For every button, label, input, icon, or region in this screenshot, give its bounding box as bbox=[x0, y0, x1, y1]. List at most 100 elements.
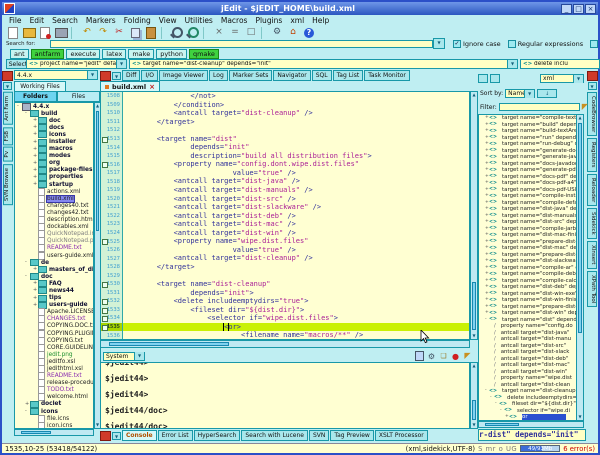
scroll-up-icon[interactable]: ▲ bbox=[471, 92, 477, 98]
editor-line[interactable]: 1516 <property name="config.dont.wipe.di… bbox=[101, 160, 469, 169]
editor-line[interactable]: 1515 description="build all distribution… bbox=[101, 152, 469, 161]
tree-item-readme-txt[interactable]: README.txt bbox=[15, 373, 93, 380]
sidekick-item[interactable]: +<> target name="dist-mac-finish bbox=[479, 232, 583, 239]
tree-item-dockables-xml[interactable]: dockables.xml bbox=[15, 224, 93, 231]
tab-folders[interactable]: Folders bbox=[14, 91, 57, 102]
dock-tab-xinsert[interactable]: XInsert bbox=[587, 241, 597, 269]
tree-item-modes[interactable]: +modes bbox=[15, 153, 93, 160]
sidekick-item[interactable]: +<> target name="compile-jarbur bbox=[479, 226, 583, 233]
tree-item-faq[interactable]: +FAQ bbox=[15, 280, 93, 287]
sidekick-item[interactable]: / antcall target="dist-java" bbox=[479, 330, 583, 337]
fold-marker-icon[interactable] bbox=[102, 316, 108, 322]
quick-button-make[interactable]: make bbox=[128, 49, 154, 59]
detach-icon[interactable]: ❏ bbox=[439, 352, 448, 361]
tree-item-package-files[interactable]: +package-files bbox=[15, 167, 93, 174]
combo-arrow-icon[interactable]: ▼ bbox=[116, 60, 126, 68]
console-shell-combo[interactable]: System ▼ bbox=[103, 352, 145, 361]
sidekick-item[interactable]: +<> target name="dist-win-exe" u bbox=[479, 291, 583, 298]
cut-icon[interactable]: ✂ bbox=[112, 27, 126, 39]
search-history-arrow-icon[interactable]: ▼ bbox=[433, 38, 445, 49]
editor-line[interactable]: 1533 <fileset dir="${dist.dir}"> bbox=[101, 306, 469, 315]
tree-item-docs[interactable]: +docs bbox=[15, 124, 93, 131]
tree-item-jeditfo-xsl[interactable]: jeditfo.xsl bbox=[15, 358, 93, 365]
sidekick-item[interactable]: +<> target name="run" depends= bbox=[479, 135, 583, 142]
sidekick-item[interactable]: +<> target name="compile-defaul bbox=[479, 200, 583, 207]
tree-item-quicknotepad-props[interactable]: QuickNotepad.props bbox=[15, 238, 93, 245]
sort-combo[interactable]: Name ▼ bbox=[505, 89, 535, 98]
sidekick-item[interactable]: +<> target name="dist-win" depe bbox=[479, 310, 583, 317]
sidekick-item[interactable]: +<> target name="dist-win-finish" bbox=[479, 297, 583, 304]
fold-marker-icon[interactable] bbox=[102, 162, 108, 168]
dock-tab-sidekick[interactable]: Sidekick bbox=[587, 208, 597, 239]
editor-line[interactable]: 1530 <target name="dist-cleanup" bbox=[101, 280, 469, 289]
search-input[interactable] bbox=[50, 40, 433, 48]
editor-line[interactable]: 1536 <filename name="macros/**" /> bbox=[101, 331, 469, 340]
scrollbar-thumb[interactable] bbox=[109, 342, 229, 346]
text-editor[interactable]: 1508 </not>1509 </condition>1510 <antcal… bbox=[100, 91, 470, 340]
search-option-regular-expressions[interactable]: Regular expressions bbox=[508, 40, 583, 48]
project-selector-combo[interactable]: 4.4.x ▼ bbox=[14, 70, 98, 80]
editor-line[interactable]: 1524 <antcall target="dist-win" /> bbox=[101, 229, 469, 238]
sidekick-item[interactable]: +<> target name="docs-javadoc" bbox=[479, 161, 583, 168]
sidekick-item[interactable]: +<> target name="prepare-dist-w bbox=[479, 304, 583, 311]
dock-tab-hypersearch[interactable]: HyperSearch bbox=[194, 430, 241, 441]
dock-tab-navigator[interactable]: Navigator bbox=[273, 70, 310, 81]
dock-tab-codebrowser[interactable]: CodeBrowser bbox=[587, 92, 597, 136]
quick-button-qmake[interactable]: qmake bbox=[189, 49, 219, 59]
sidekick-item[interactable]: / antcall target="dist-clean bbox=[479, 382, 583, 389]
editor-line[interactable]: 1508 </not> bbox=[101, 92, 469, 101]
buffer-tab-build-xml[interactable]: build.xml × bbox=[100, 81, 160, 91]
dock-menu-arrow-icon[interactable]: ▼ bbox=[112, 72, 121, 80]
editor-line[interactable]: 1512 bbox=[101, 126, 469, 135]
tree-item-users-guide-xml[interactable]: users-guide.xml bbox=[15, 252, 93, 259]
editor-line[interactable]: 1528 </target> bbox=[101, 263, 469, 272]
sidekick-item[interactable]: / antcall target="dist-deb" bbox=[479, 356, 583, 363]
editor-line[interactable]: 1531 depends="init"> bbox=[101, 289, 469, 298]
dock-tab-i-o[interactable]: I/O bbox=[141, 70, 158, 81]
tree-item-file-icns[interactable]: file.icns bbox=[15, 415, 93, 422]
combo-arrow-icon[interactable]: ▼ bbox=[573, 75, 583, 83]
fold-marker-icon[interactable] bbox=[102, 308, 108, 314]
editor-line[interactable]: 1522 <antcall target="dist-deb" /> bbox=[101, 212, 469, 221]
minimize-button[interactable]: _ bbox=[561, 4, 572, 14]
sidekick-item[interactable]: +<> target name="dist-slackware bbox=[479, 258, 583, 265]
scroll-down-icon[interactable]: ▼ bbox=[471, 333, 477, 339]
fold-marker-icon[interactable] bbox=[102, 239, 108, 245]
editor-line[interactable]: 1521 <antcall target="dist-slackware" /> bbox=[101, 203, 469, 212]
clear-icon[interactable]: ◤ bbox=[463, 352, 472, 361]
redo-icon[interactable]: ↷ bbox=[96, 27, 110, 39]
dock-tab-registers[interactable]: Registers bbox=[587, 138, 597, 172]
scrollbar-thumb[interactable] bbox=[96, 111, 99, 231]
editor-line[interactable]: 1517 value="true" /> bbox=[101, 169, 469, 178]
tree-item-changes42-txt[interactable]: changes42.txt bbox=[15, 209, 93, 216]
menu-xml[interactable]: xml bbox=[286, 16, 308, 25]
dock-tab-svn-browse[interactable]: SVN Browse bbox=[3, 164, 13, 205]
open-file-icon[interactable] bbox=[22, 27, 36, 39]
quick-button-execute[interactable]: execute bbox=[66, 49, 100, 59]
dock-tab-search-with-lucene[interactable]: Search with Lucene bbox=[241, 430, 308, 441]
tree-item-doc[interactable]: -doc bbox=[15, 273, 93, 280]
dock-tab-xpath-tool[interactable]: XPath Tool bbox=[587, 271, 597, 307]
tree-item-org[interactable]: +org bbox=[15, 160, 93, 167]
home-icon[interactable]: ⌂ bbox=[286, 27, 300, 39]
dock-tab-marker-sets[interactable]: Marker Sets bbox=[229, 70, 273, 81]
undo-icon[interactable]: ↶ bbox=[80, 27, 94, 39]
tree-item-icons[interactable]: -icons bbox=[15, 408, 93, 415]
sidekick-item[interactable]: +<> target name="run-debug" de bbox=[479, 141, 583, 148]
sidekick-item[interactable]: -<> target name="dist" depends bbox=[479, 317, 583, 324]
scrollbar-thumb[interactable] bbox=[472, 400, 476, 420]
tree-item-tips[interactable]: +tips bbox=[15, 295, 93, 302]
tree-item-de[interactable]: -de bbox=[15, 259, 93, 266]
scrollbar-thumb[interactable] bbox=[472, 282, 476, 330]
scrollbar-thumb[interactable] bbox=[21, 431, 51, 434]
tree-item-build-xml[interactable]: build.xml bbox=[15, 195, 93, 202]
combo-arrow-icon[interactable]: ▼ bbox=[524, 90, 534, 98]
editor-line[interactable]: 1513 <target name="dist" bbox=[101, 135, 469, 144]
sidekick-item[interactable]: +<> target name="docs-pdf-a4" ( bbox=[479, 180, 583, 187]
project-tree-horizontal-scrollbar[interactable] bbox=[14, 429, 94, 436]
sidekick-item[interactable]: +<> target name="dist-deb" depe bbox=[479, 284, 583, 291]
combo-arrow-icon[interactable]: ▼ bbox=[507, 60, 517, 68]
close-dock-icon[interactable] bbox=[100, 431, 111, 441]
sidekick-item[interactable]: +<> target name="build" depend bbox=[479, 122, 583, 129]
editor-line[interactable]: 1532 <delete includeemptydirs="true"> bbox=[101, 297, 469, 306]
